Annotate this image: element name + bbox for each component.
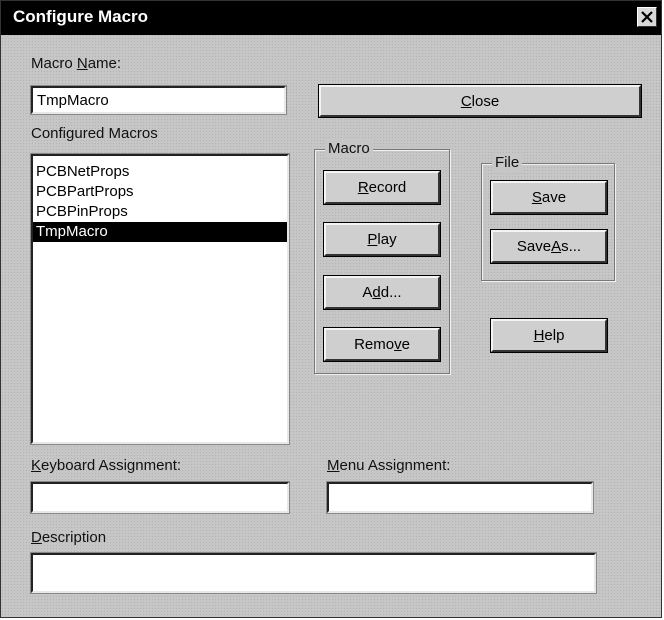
list-item[interactable]: PCBPartProps bbox=[33, 182, 287, 202]
description-label: Description bbox=[31, 529, 107, 546]
file-group-title: File bbox=[492, 154, 523, 171]
save-button[interactable]: Save bbox=[490, 180, 608, 215]
keyboard-assignment-label: Keyboard Assignment: bbox=[31, 457, 182, 474]
close-icon[interactable] bbox=[637, 7, 657, 27]
remove-button[interactable]: Remo v e bbox=[323, 327, 441, 362]
menu-assignment-input[interactable] bbox=[326, 481, 594, 514]
configure-macro-dialog: Configure Macro Macro Name: TmpMacro Clo… bbox=[0, 0, 662, 618]
save-as-button[interactable]: Save As... bbox=[490, 229, 608, 264]
description-input[interactable] bbox=[30, 552, 597, 594]
play-button[interactable]: Play bbox=[323, 222, 441, 257]
keyboard-assignment-input[interactable] bbox=[30, 481, 290, 514]
macro-name-input[interactable]: TmpMacro bbox=[30, 85, 287, 115]
list-item[interactable]: PCBNetProps bbox=[33, 162, 287, 182]
title-bar[interactable]: Configure Macro bbox=[1, 1, 661, 35]
record-button[interactable]: Record bbox=[323, 170, 441, 205]
window-title: Configure Macro bbox=[13, 7, 149, 26]
list-item-selected[interactable]: TmpMacro bbox=[33, 222, 287, 242]
help-button[interactable]: Help bbox=[490, 318, 608, 353]
list-item[interactable]: PCBPinProps bbox=[33, 202, 287, 222]
menu-assignment-label: Menu Assignment: bbox=[327, 457, 451, 474]
add-button[interactable]: Ad d... bbox=[323, 275, 441, 310]
macro-name-label: Macro Name: bbox=[31, 55, 122, 72]
macro-group-title: Macro bbox=[325, 140, 373, 157]
configured-macros-label: Configured Macros bbox=[31, 125, 158, 142]
configured-macros-list[interactable]: PCBNetProps PCBPartProps PCBPinProps Tmp… bbox=[30, 153, 290, 445]
close-button[interactable]: Close bbox=[318, 84, 642, 118]
